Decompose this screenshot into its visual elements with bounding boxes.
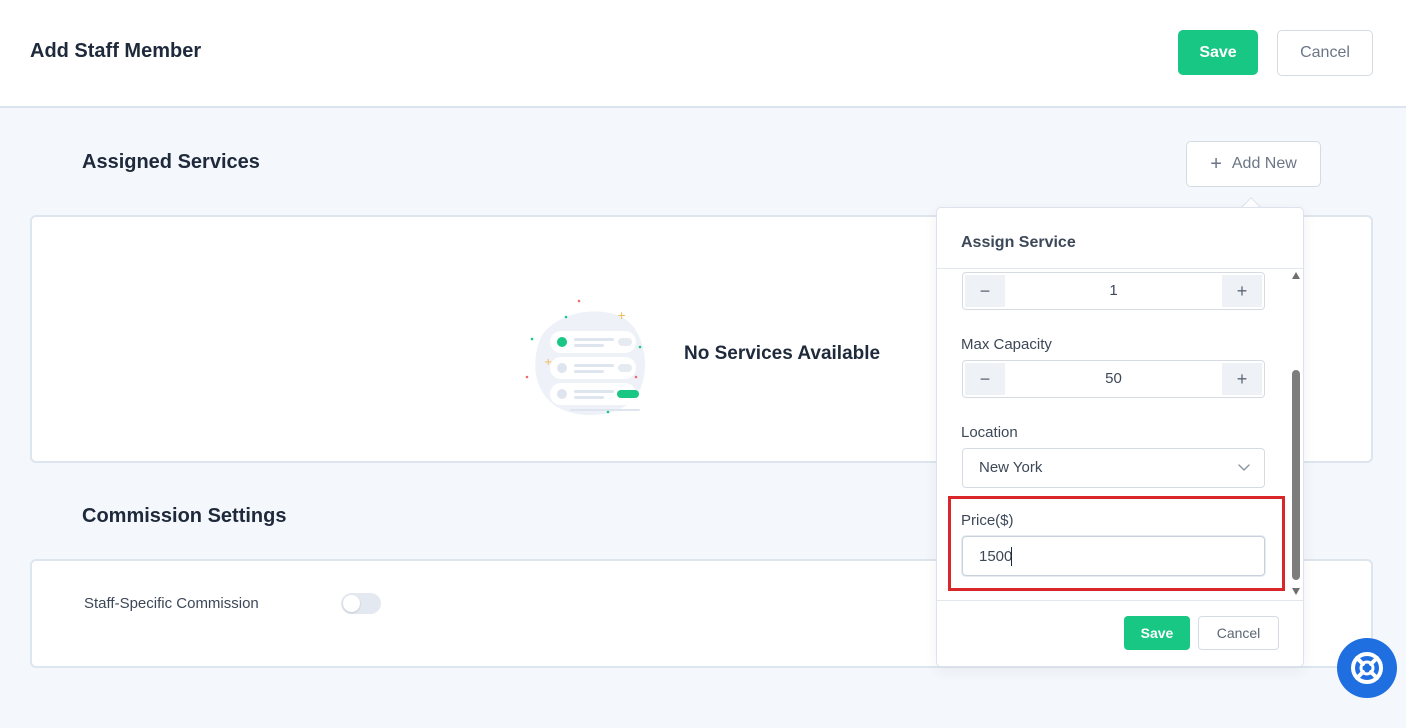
add-new-service-button[interactable]: + Add New xyxy=(1186,141,1321,187)
commission-settings-title: Commission Settings xyxy=(82,505,287,527)
minus-icon[interactable]: − xyxy=(965,275,1005,307)
max-capacity-value[interactable]: 50 xyxy=(1007,361,1220,397)
assign-service-popover: Assign Service − 1 + Max Capacity − 50 +… xyxy=(936,207,1304,667)
lifebuoy-icon xyxy=(1351,652,1383,684)
staff-specific-commission-toggle[interactable] xyxy=(341,593,381,614)
svg-text:+: + xyxy=(544,357,552,368)
location-label: Location xyxy=(961,424,1018,441)
empty-state-text: No Services Available xyxy=(684,343,881,364)
divider xyxy=(937,600,1303,601)
first-stepper-value[interactable]: 1 xyxy=(1007,273,1220,309)
popover-title: Assign Service xyxy=(961,234,1076,251)
cancel-button[interactable]: Cancel xyxy=(1277,30,1373,76)
assigned-services-title: Assigned Services xyxy=(82,151,260,173)
assign-service-cancel-button[interactable]: Cancel xyxy=(1198,616,1279,650)
minus-icon[interactable]: − xyxy=(965,363,1005,395)
top-bar: Add Staff Member Save Cancel xyxy=(0,0,1406,108)
assign-service-save-button[interactable]: Save xyxy=(1124,616,1190,650)
max-capacity-stepper: − 50 + xyxy=(962,360,1265,398)
price-field-highlight xyxy=(948,496,1285,591)
staff-specific-commission-label: Staff-Specific Commission xyxy=(84,595,259,612)
add-new-label: Add New xyxy=(1231,155,1297,172)
plus-icon: + xyxy=(1210,153,1222,175)
save-button[interactable]: Save xyxy=(1178,30,1258,75)
location-selected-value: New York xyxy=(979,459,1043,476)
plus-icon[interactable]: + xyxy=(1222,275,1262,307)
first-stepper: − 1 + xyxy=(962,272,1265,310)
location-select[interactable]: New York xyxy=(962,448,1265,488)
svg-text:+: + xyxy=(617,309,626,322)
max-capacity-label: Max Capacity xyxy=(961,336,1052,353)
scrollbar-thumb[interactable] xyxy=(1292,370,1300,580)
plus-icon[interactable]: + xyxy=(1222,363,1262,395)
empty-services-illustration: + + xyxy=(525,299,646,416)
page-title: Add Staff Member xyxy=(30,40,202,62)
scroll-up-arrow-icon[interactable] xyxy=(1292,272,1300,279)
help-button[interactable] xyxy=(1337,638,1397,698)
toggle-knob xyxy=(343,595,360,612)
scroll-down-arrow-icon[interactable] xyxy=(1292,588,1300,595)
chevron-down-icon xyxy=(1238,464,1250,471)
divider xyxy=(937,268,1303,269)
